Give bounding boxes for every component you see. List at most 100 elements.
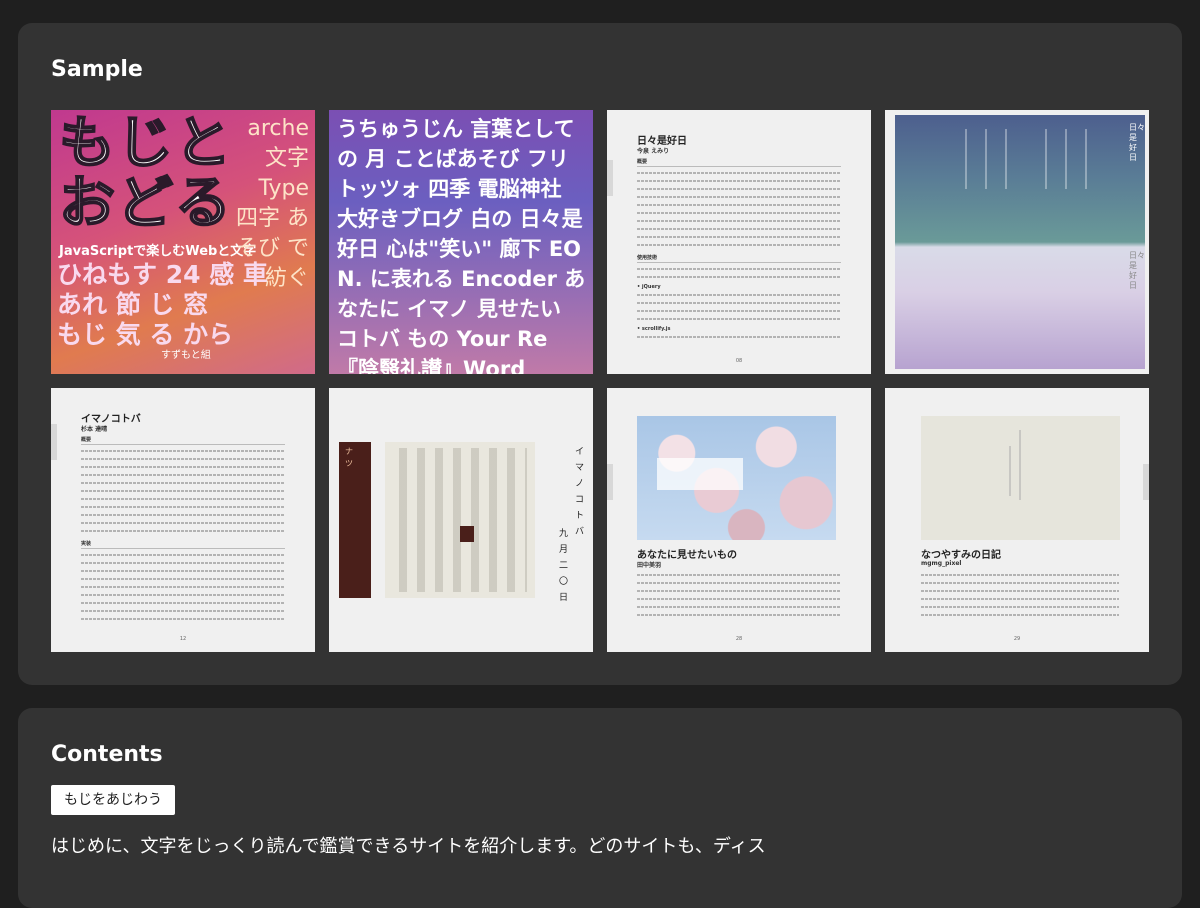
- page-author: 杉本 達晴: [81, 426, 108, 433]
- text-line: [81, 490, 285, 492]
- text-line: [637, 302, 841, 304]
- section-rule: [81, 444, 285, 445]
- page-section-heading: 実装: [81, 541, 92, 547]
- text-line: [81, 618, 285, 620]
- page-author: 田中美羽: [637, 562, 662, 569]
- text-line: [637, 310, 841, 312]
- photo-caption-box: [657, 458, 743, 490]
- text-line: [81, 514, 285, 516]
- text-line: [81, 586, 285, 588]
- text-line: [81, 570, 285, 572]
- sample-thumbnail-page-29[interactable]: なつやすみの日記 mgmg_pixel 29: [885, 388, 1149, 652]
- text-line: [81, 522, 285, 524]
- vertical-title: 日々是好日: [1129, 123, 1145, 162]
- vertical-column-dark: ナツ: [339, 442, 371, 598]
- sample-thumbnail-page-12[interactable]: イマノコトバ 杉本 達晴 概要 実装 12: [51, 388, 315, 652]
- sample-thumbnail-page-08[interactable]: 日々是好日 今泉 えみり 概要 使用技術 • jQuery • scrollif…: [607, 110, 871, 374]
- vertical-text-block: [385, 442, 535, 598]
- text-line: [637, 236, 841, 238]
- page-author: mgmg_pixel: [921, 560, 962, 567]
- page-side-tab: [51, 424, 57, 460]
- bullet-item: • jQuery: [637, 284, 661, 290]
- text-line: [921, 598, 1119, 600]
- text-line: [637, 196, 841, 198]
- text-line: [637, 212, 841, 214]
- text-line: [637, 220, 841, 222]
- section-rule: [637, 262, 841, 263]
- section-rule: [637, 166, 841, 167]
- sample-thumbnail-gradient-page[interactable]: 日々是好日 日々是好日: [885, 110, 1149, 374]
- text-line: [81, 610, 285, 612]
- text-line: [637, 180, 841, 182]
- contents-intro-text: はじめに、文字をじっくり読んで鑑賞できるサイトを紹介します。どのサイトも、ディス: [51, 836, 766, 857]
- contents-section: Contents もじをあじわう はじめに、文字をじっくり読んで鑑賞できるサイト…: [18, 708, 1182, 908]
- sample-section: Sample もじと おどる JavaScriptで楽しむWebと文字 ひねもす…: [18, 23, 1182, 685]
- vertical-text-line: [985, 129, 987, 189]
- text-line: [81, 562, 285, 564]
- text-line: [637, 228, 841, 230]
- vertical-text-line: [965, 129, 967, 189]
- highlighted-character: [460, 526, 474, 542]
- text-line: [637, 574, 841, 576]
- vertical-text-line: [1009, 446, 1011, 496]
- page-number: 12: [179, 636, 187, 642]
- page-section-heading: 使用技術: [637, 255, 658, 261]
- text-line: [637, 268, 841, 270]
- text-line: [637, 276, 841, 278]
- vertical-text-line: [1045, 129, 1047, 189]
- cover-right-words: arche 文字 Type 四字 あそび で 紡ぐ: [236, 116, 309, 291]
- page-title: イマノコトバ: [81, 414, 141, 425]
- text-line: [637, 318, 841, 320]
- vertical-text-line: [1065, 129, 1067, 189]
- text-line: [81, 530, 285, 532]
- text-line: [81, 474, 285, 476]
- text-line: [921, 590, 1119, 592]
- page-number: 08: [735, 358, 743, 364]
- text-line: [81, 450, 285, 452]
- text-line: [921, 582, 1119, 584]
- cherry-blossom-photo: [637, 416, 836, 540]
- sample-thumbnail-page-28[interactable]: あなたに見せたいもの 田中美羽 28: [607, 388, 871, 652]
- vertical-text-line: [1085, 129, 1087, 189]
- gradient-artwork: 日々是好日 日々是好日: [895, 115, 1145, 369]
- cover-logo: すずもと組: [161, 350, 211, 361]
- page-section-heading: 概要: [81, 437, 92, 443]
- page-side-tab: [1143, 464, 1149, 500]
- cover-subtitle: JavaScriptで楽しむWebと文字: [59, 244, 257, 259]
- bullet-item: • scrollify.js: [637, 326, 671, 332]
- text-line: [637, 590, 841, 592]
- text-line: [637, 582, 841, 584]
- sample-thumbnail-vertical-text[interactable]: ナツ イマノコトバ 九月二〇日: [329, 388, 593, 652]
- vertical-text-lines: [393, 448, 527, 592]
- text-line: [637, 188, 841, 190]
- page-author: 今泉 えみり: [637, 148, 670, 155]
- contents-chapter-button[interactable]: もじをあじわう: [51, 785, 175, 815]
- sample-heading: Sample: [51, 57, 143, 82]
- text-line: [637, 172, 841, 174]
- page-side-tab: [607, 160, 613, 196]
- page-title: あなたに見せたいもの: [637, 550, 737, 561]
- sample-thumbnail-cover-words[interactable]: うちゅうじん 言葉としての 月 ことばあそび フリトッツォ 四季 電脳神社 大好…: [329, 110, 593, 374]
- page-title: なつやすみの日記: [921, 550, 1001, 561]
- text-line: [81, 554, 285, 556]
- text-line: [921, 614, 1119, 616]
- text-line: [637, 244, 841, 246]
- cover-title: もじと おどる: [58, 111, 233, 236]
- text-line: [81, 506, 285, 508]
- vertical-title-lower: 日々是好日: [1129, 251, 1145, 290]
- page-title: 日々是好日: [637, 136, 687, 147]
- text-line: [81, 578, 285, 580]
- sample-thumbnail-cover-mojito-odoru[interactable]: もじと おどる JavaScriptで楽しむWebと文字 ひねもす 24 感 車…: [51, 110, 315, 374]
- cover-word-collage: うちゅうじん 言葉としての 月 ことばあそび フリトッツォ 四季 電脳神社 大好…: [337, 117, 586, 374]
- section-rule: [81, 548, 285, 549]
- vertical-text-line: [1005, 129, 1007, 189]
- text-line: [81, 594, 285, 596]
- page-number: 28: [735, 636, 743, 642]
- vertical-title: イマノコトバ: [575, 447, 585, 537]
- text-line: [637, 606, 841, 608]
- text-line: [921, 606, 1119, 608]
- vertical-text-panel: [921, 416, 1120, 540]
- page-side-tab: [607, 464, 613, 500]
- text-line: [81, 458, 285, 460]
- vertical-date: 九月二〇日: [559, 529, 569, 603]
